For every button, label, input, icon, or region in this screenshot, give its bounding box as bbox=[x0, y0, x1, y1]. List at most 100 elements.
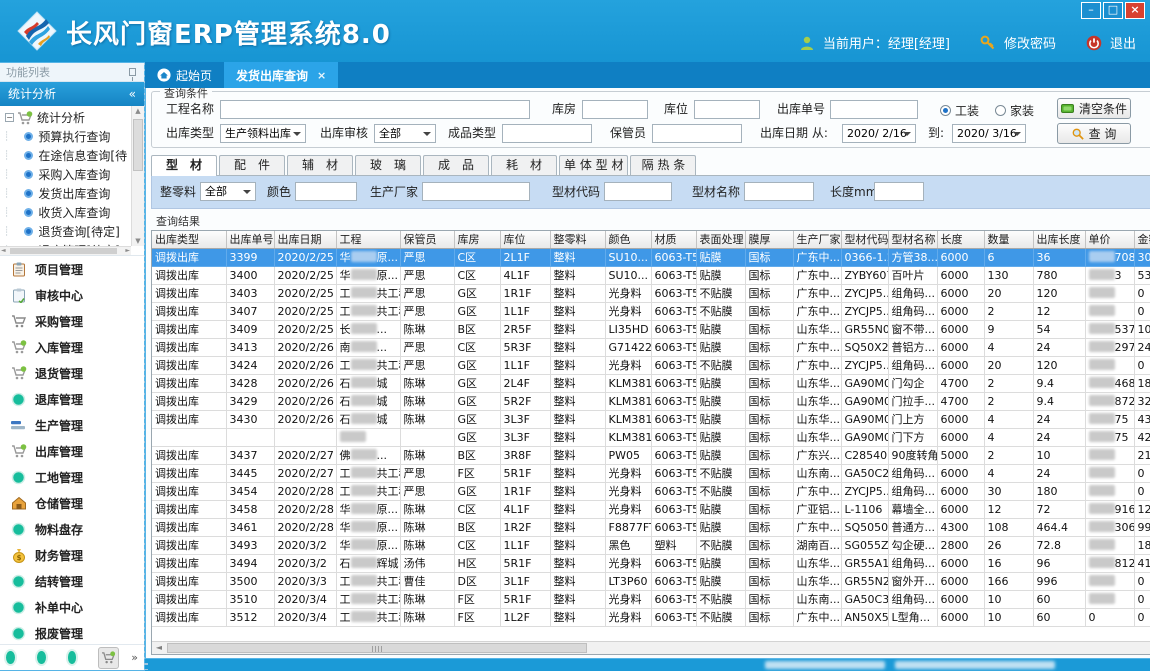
tree-horizontal-scrollbar[interactable]: ◄ ► bbox=[0, 246, 131, 255]
tree-vscroll-thumb[interactable] bbox=[133, 119, 143, 171]
column-header[interactable]: 长度 bbox=[937, 231, 984, 248]
material-tab[interactable]: 耗 材 bbox=[491, 155, 557, 175]
sidebar-item-cartgreen[interactable]: 退货管理 bbox=[0, 360, 144, 386]
grid-hscroll-thumb[interactable] bbox=[167, 643, 587, 653]
sidebar-item-clipboard[interactable]: 项目管理 bbox=[0, 256, 144, 282]
sidebar-item-cartgreen[interactable]: 入库管理 bbox=[0, 334, 144, 360]
maximize-button[interactable]: □ bbox=[1103, 2, 1123, 19]
tree-item[interactable]: ┊采购入库查询 bbox=[4, 165, 130, 184]
module-dot-icon[interactable] bbox=[68, 651, 77, 664]
table-row[interactable]: 调拨出库34452020/2/27工共工程严思F区5R1F整料光身料6063-T… bbox=[152, 464, 1150, 482]
profile-code-input[interactable] bbox=[604, 182, 672, 201]
module-dot-icon[interactable] bbox=[37, 651, 46, 664]
column-header[interactable]: 表面处理 bbox=[696, 231, 745, 248]
material-tab[interactable]: 玻 璃 bbox=[355, 155, 421, 175]
sidebar-item-cartgreen[interactable]: 出库管理 bbox=[0, 438, 144, 464]
scroll-left-icon[interactable]: ◄ bbox=[152, 642, 166, 654]
column-header[interactable]: 出库日期 bbox=[274, 231, 336, 248]
column-header[interactable]: 整零料 bbox=[550, 231, 605, 248]
radio-jiazhuang[interactable]: 家装 bbox=[995, 102, 1034, 119]
tree-item[interactable]: ┊发货出库查询 bbox=[4, 184, 130, 203]
column-header[interactable]: 库位 bbox=[500, 231, 550, 248]
scroll-up-icon[interactable]: ▲ bbox=[132, 107, 144, 115]
column-header[interactable]: 金额 bbox=[1134, 231, 1150, 248]
scroll-right-icon[interactable]: ► bbox=[125, 247, 130, 254]
order-no-input[interactable] bbox=[830, 100, 918, 119]
tree-item[interactable]: ┊预算执行查询 bbox=[4, 127, 130, 146]
tree-expander-icon[interactable]: − bbox=[5, 113, 14, 122]
column-header[interactable]: 型材代码 bbox=[841, 231, 888, 248]
column-header[interactable]: 颜色 bbox=[605, 231, 651, 248]
table-row[interactable]: 调拨出库34002020/2/25华原...严思C区4L1F整料SU10...6… bbox=[152, 266, 1150, 284]
table-row[interactable]: G区3L3F整料KLM38176063-T5贴膜国标山东华...GA90M09.… bbox=[152, 428, 1150, 446]
whole-part-select[interactable]: 全部 bbox=[200, 182, 256, 201]
table-row[interactable]: 调拨出库33992020/2/25华原...严思C区2L1F整料SU10...6… bbox=[152, 248, 1150, 266]
keeper-input[interactable] bbox=[652, 124, 742, 143]
collapse-icon[interactable]: « bbox=[129, 82, 136, 106]
sidebar-item-dot[interactable]: 结转管理 bbox=[0, 568, 144, 594]
material-tab[interactable]: 成 品 bbox=[423, 155, 489, 175]
warehouse-input[interactable] bbox=[582, 100, 648, 119]
sidebar-item-house[interactable]: 仓储管理 bbox=[0, 490, 144, 516]
radio-gongzhuang[interactable]: 工装 bbox=[940, 102, 979, 119]
column-header[interactable]: 材质 bbox=[651, 231, 696, 248]
close-button[interactable]: × bbox=[1125, 2, 1145, 19]
table-row[interactable]: 调拨出库34032020/2/25工共工程严思G区1R1F整料光身料6063-T… bbox=[152, 284, 1150, 302]
overflow-chevron[interactable]: » bbox=[131, 651, 138, 664]
logout-link[interactable]: 退出 bbox=[1110, 33, 1136, 52]
table-row[interactable]: 调拨出库34542020/2/28工共工程严思G区1R1F整料光身料6063-T… bbox=[152, 482, 1150, 500]
manufacturer-input[interactable] bbox=[422, 182, 530, 201]
column-header[interactable]: 生产厂家 bbox=[793, 231, 841, 248]
sidebar-item-dot[interactable]: 报废管理 bbox=[0, 620, 144, 644]
sidebar-item-dot[interactable]: 工地管理 bbox=[0, 464, 144, 490]
table-row[interactable]: 调拨出库34092020/2/25长...陈琳B区2R5F整料LI35HD606… bbox=[152, 320, 1150, 338]
minimize-button[interactable]: – bbox=[1081, 2, 1101, 19]
sidebar-item-money[interactable]: $财务管理 bbox=[0, 542, 144, 568]
product-type-input[interactable] bbox=[502, 124, 592, 143]
table-row[interactable]: 调拨出库35002020/3/3工共工程曹佳D区3L1F整料LT3P606063… bbox=[152, 572, 1150, 590]
material-tab[interactable]: 隔 热 条 bbox=[630, 155, 696, 175]
table-row[interactable]: 调拨出库34582020/2/28华原...陈琳C区4L1F整料光身料6063-… bbox=[152, 500, 1150, 518]
tab-home[interactable]: 起始页 bbox=[145, 62, 224, 88]
sidebar-item-dot[interactable]: 退库管理 bbox=[0, 386, 144, 412]
table-row[interactable]: 调拨出库34282020/2/26石城陈琳G区2L4F整料KLM38176063… bbox=[152, 374, 1150, 392]
material-tab[interactable]: 型 材 bbox=[151, 155, 217, 176]
column-header[interactable]: 出库长度 bbox=[1033, 231, 1085, 248]
profile-name-input[interactable] bbox=[744, 182, 814, 201]
table-row[interactable]: 调拨出库34932020/3/2华原...陈琳C区1L1F整料黑色塑料不贴膜国标… bbox=[152, 536, 1150, 554]
length-input[interactable] bbox=[874, 182, 924, 201]
sidebar-item-dot[interactable]: 补单中心 bbox=[0, 594, 144, 620]
column-header[interactable]: 出库单号 bbox=[226, 231, 274, 248]
change-password-link[interactable]: 修改密码 bbox=[1004, 33, 1056, 52]
pin-icon[interactable] bbox=[129, 68, 136, 76]
column-header[interactable]: 保管员 bbox=[400, 231, 454, 248]
column-header[interactable]: 工程 bbox=[336, 231, 400, 248]
material-tab[interactable]: 单 体 型 材 bbox=[559, 155, 628, 175]
column-header[interactable]: 膜厚 bbox=[745, 231, 793, 248]
tree-hscroll-thumb[interactable] bbox=[10, 248, 117, 254]
sidebar-item-clipboard2[interactable]: 审核中心 bbox=[0, 282, 144, 308]
material-tab[interactable]: 配 件 bbox=[219, 155, 285, 175]
material-tab[interactable]: 辅 材 bbox=[287, 155, 353, 175]
grid-horizontal-scrollbar[interactable]: ◄ ► bbox=[152, 641, 1150, 654]
table-row[interactable]: 调拨出库35102020/3/4工共工程陈琳F区5R1F整料光身料6063-T5… bbox=[152, 590, 1150, 608]
tree-vertical-scrollbar[interactable]: ▲ ▼ bbox=[131, 106, 144, 246]
project-name-input[interactable] bbox=[220, 100, 530, 119]
tab-shipping-outbound-query[interactable]: 发货出库查询 × bbox=[224, 62, 338, 88]
table-row[interactable]: 调拨出库35122020/3/4工共工程陈琳F区1L2F整料光身料6063-T5… bbox=[152, 608, 1150, 626]
table-row[interactable]: 调拨出库34612020/2/28华原...陈琳B区1R2F整料F8877FT6… bbox=[152, 518, 1150, 536]
column-header[interactable]: 单价 bbox=[1085, 231, 1134, 248]
column-header[interactable]: 数量 bbox=[984, 231, 1033, 248]
tree-root-statistics[interactable]: −统计分析 bbox=[4, 108, 130, 127]
table-row[interactable]: 调拨出库34302020/2/26石城陈琳G区3L3F整料KLM38176063… bbox=[152, 410, 1150, 428]
column-header[interactable]: 出库类型 bbox=[152, 231, 226, 248]
cart-module-button[interactable] bbox=[98, 647, 119, 669]
location-input[interactable] bbox=[694, 100, 760, 119]
color-input[interactable] bbox=[295, 182, 357, 201]
column-header[interactable]: 型材名称 bbox=[888, 231, 937, 248]
table-row[interactable]: 调拨出库34292020/2/26石城陈琳G区5R2F整料KLM38176063… bbox=[152, 392, 1150, 410]
date-from-picker[interactable]: 2020/ 2/16 bbox=[842, 124, 916, 143]
audit-select[interactable]: 全部 bbox=[374, 124, 436, 143]
table-row[interactable]: 调拨出库34242020/2/26工共工程严思G区1L1F整料光身料6063-T… bbox=[152, 356, 1150, 374]
sidebar-section-header[interactable]: 统计分析 « bbox=[0, 82, 144, 106]
